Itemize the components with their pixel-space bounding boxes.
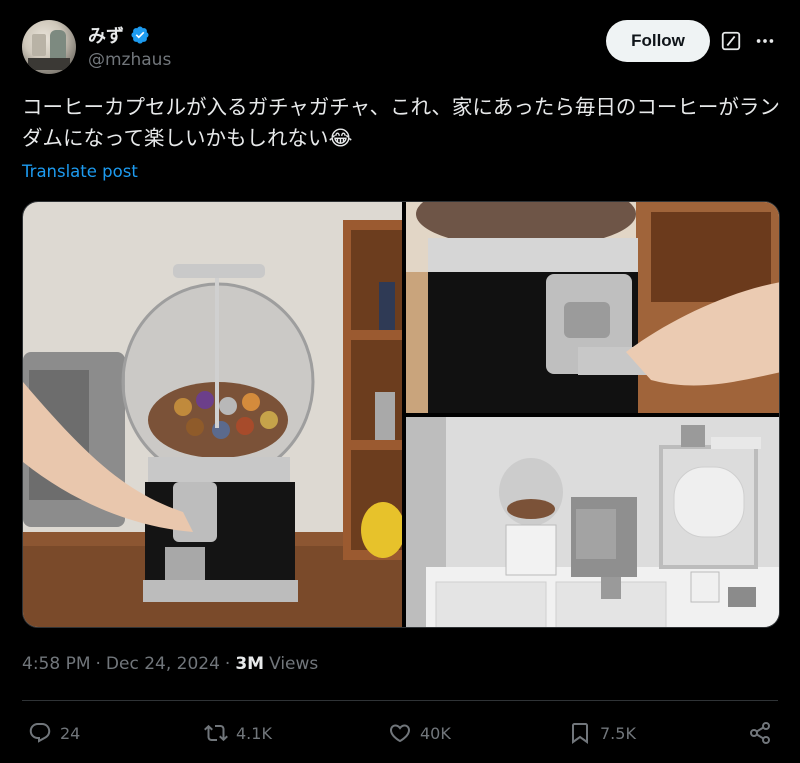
- bookmark-count: 7.5K: [600, 723, 636, 743]
- share-button[interactable]: [748, 716, 772, 750]
- like-count: 40K: [420, 723, 451, 743]
- heart-icon: [389, 724, 411, 743]
- author-handle[interactable]: @mzhaus: [88, 50, 171, 70]
- reply-count: 24: [60, 723, 81, 743]
- divider: [22, 700, 778, 701]
- bookmark-icon: [572, 723, 588, 744]
- media-image-2[interactable]: [406, 202, 779, 413]
- views-label: Views: [269, 654, 319, 674]
- views-count: 3M: [235, 654, 265, 674]
- author-name-row: みず: [88, 22, 150, 48]
- meta-separator: ·: [95, 654, 101, 674]
- post-header: みず @mzhaus Follow: [22, 20, 778, 76]
- action-bar: 24 4.1K 40K 7.5K: [22, 716, 778, 750]
- reply-button[interactable]: 24: [28, 716, 80, 750]
- more-icon[interactable]: [754, 30, 776, 52]
- post-time[interactable]: 4:58 PM: [22, 654, 91, 674]
- share-icon: [750, 722, 770, 744]
- author-display-name[interactable]: みず: [88, 22, 124, 48]
- follow-button[interactable]: Follow: [606, 20, 710, 62]
- post-text: コーヒーカプセルが入るガチャガチャ、これ、家にあったら毎日のコーヒーがランダムに…: [22, 95, 780, 150]
- repost-icon: [204, 724, 228, 742]
- media-grid: [22, 201, 780, 628]
- meta-separator: ·: [224, 654, 231, 674]
- bookmark-button[interactable]: 7.5K: [568, 716, 636, 750]
- media-image-1[interactable]: [23, 202, 402, 627]
- grok-icon[interactable]: [720, 30, 742, 52]
- repost-count: 4.1K: [236, 723, 272, 743]
- post-date[interactable]: Dec 24, 2024: [106, 654, 220, 674]
- post-metadata: 4:58 PM · Dec 24, 2024 · 3M Views: [22, 654, 318, 674]
- repost-button[interactable]: 4.1K: [204, 716, 272, 750]
- verified-badge-icon: [131, 26, 149, 44]
- reply-icon: [29, 723, 51, 743]
- translate-post-link[interactable]: Translate post: [22, 162, 138, 181]
- like-button[interactable]: 40K: [388, 716, 451, 750]
- avatar[interactable]: [22, 20, 76, 74]
- media-image-3[interactable]: [406, 417, 779, 627]
